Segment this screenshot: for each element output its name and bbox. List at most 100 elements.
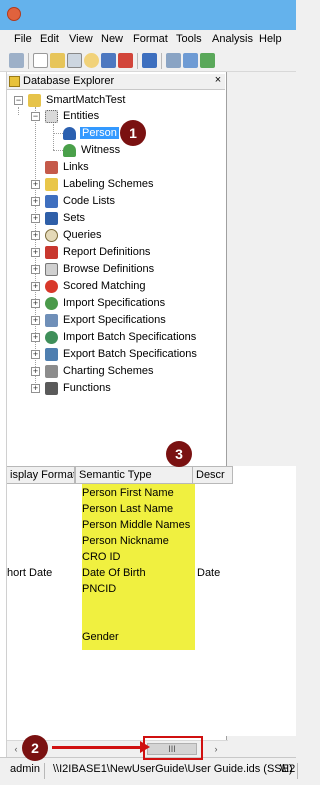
open-folder-icon[interactable] xyxy=(50,53,65,68)
tree-expand[interactable]: + xyxy=(31,316,40,325)
connect-icon[interactable] xyxy=(9,53,24,68)
functions-icon xyxy=(45,381,58,395)
menu-view[interactable]: View xyxy=(69,33,93,45)
report-definitions-icon xyxy=(45,245,58,259)
tree-item-import-specifications[interactable]: Import Specifications xyxy=(45,295,166,311)
labeling-schemes-icon xyxy=(45,177,58,191)
tree-expand[interactable]: + xyxy=(31,350,40,359)
tree-item-label: Labeling Schemes xyxy=(63,178,154,190)
chart-icon[interactable] xyxy=(200,53,215,68)
menu-file[interactable]: File xyxy=(14,33,32,45)
tree-line xyxy=(53,133,63,134)
callout-3: 3 xyxy=(166,441,192,467)
person-icon xyxy=(63,126,76,140)
export-specifications-icon xyxy=(45,313,58,327)
tree-expand[interactable]: + xyxy=(31,214,40,223)
menu-help[interactable]: Help xyxy=(259,33,282,45)
find-icon[interactable] xyxy=(67,53,82,68)
tree-expand[interactable]: + xyxy=(31,282,40,291)
tree-item-sets[interactable]: Sets xyxy=(45,210,86,226)
menu-new[interactable]: New xyxy=(101,33,123,45)
close-icon[interactable]: × xyxy=(212,74,224,88)
database-icon[interactable] xyxy=(142,53,157,68)
tree-item-label: Charting Schemes xyxy=(63,365,154,377)
database-explorer-icon xyxy=(9,76,20,87)
tree-item-labeling-schemes[interactable]: Labeling Schemes xyxy=(45,176,155,192)
tree-item-report-definitions[interactable]: Report Definitions xyxy=(45,244,151,260)
tree-expand[interactable]: + xyxy=(31,197,40,206)
annotation-highlight-box xyxy=(143,736,203,760)
tree-item-export-specifications[interactable]: Export Specifications xyxy=(45,312,167,328)
tree-item-charting-schemes[interactable]: Charting Schemes xyxy=(45,363,155,379)
stop-icon[interactable] xyxy=(118,53,133,68)
tree-expand[interactable]: + xyxy=(31,248,40,257)
tree-expand[interactable]: + xyxy=(31,333,40,342)
callout-2: 2 xyxy=(22,735,48,761)
import-batch-specifications-icon xyxy=(45,330,58,344)
tree-item-label: Queries xyxy=(63,229,102,241)
tree-expand[interactable]: + xyxy=(31,231,40,240)
tree-item-links[interactable]: Links xyxy=(45,159,90,175)
tree-item-label: Import Specifications xyxy=(63,297,166,309)
semantic-type-value: Date Of Birth xyxy=(82,567,146,579)
tree-item-entities[interactable]: Entities xyxy=(45,108,100,124)
tree-expand[interactable]: + xyxy=(31,299,40,308)
menu-tools[interactable]: Tools xyxy=(176,33,202,45)
tree-item-label: Witness xyxy=(81,144,121,156)
charting-schemes-icon xyxy=(45,364,58,378)
tree-item-label: Browse Definitions xyxy=(63,263,155,275)
tree-collapse-entities[interactable]: − xyxy=(31,112,40,121)
queries-icon xyxy=(45,228,58,242)
status-database-path-2: \\I2 xyxy=(280,763,296,775)
status-user: admin xyxy=(10,763,45,779)
display-format-value: hort Date xyxy=(7,567,53,579)
app-icon[interactable] xyxy=(7,7,21,21)
tree-item-browse-definitions[interactable]: Browse Definitions xyxy=(45,261,155,277)
tree-item-code-lists[interactable]: Code Lists xyxy=(45,193,116,209)
tree-item-queries[interactable]: Queries xyxy=(45,227,103,243)
scroll-left-icon[interactable]: ‹ xyxy=(9,742,23,756)
tree-item-label: Import Batch Specifications xyxy=(63,331,197,343)
semantic-type-value: Person Nickname xyxy=(82,535,169,547)
menu-bar: File Edit View New Format Tools Analysis… xyxy=(0,30,296,50)
scored-matching-icon xyxy=(45,279,58,293)
left-strip xyxy=(0,72,7,785)
column-header-display-format[interactable]: isplay Format xyxy=(7,466,75,484)
tree-item-witness[interactable]: Witness xyxy=(63,142,121,158)
tree-item-import-batch-specifications[interactable]: Import Batch Specifications xyxy=(45,329,197,345)
help-icon[interactable] xyxy=(84,53,99,68)
tree-item-label: Functions xyxy=(63,382,111,394)
tree-expand[interactable]: + xyxy=(31,367,40,376)
tree-item-root[interactable]: SmartMatchTest xyxy=(28,92,126,108)
column-header-description[interactable]: Descr xyxy=(193,466,233,484)
tree-item-export-batch-specifications[interactable]: Export Batch Specifications xyxy=(45,346,198,362)
panel-header: Database Explorer × xyxy=(7,74,225,90)
tree-expand[interactable]: + xyxy=(31,180,40,189)
tree-item-functions[interactable]: Functions xyxy=(45,380,112,396)
scroll-right-icon[interactable]: › xyxy=(209,742,223,756)
tree-line xyxy=(18,107,19,115)
tree-item-scored-matching[interactable]: Scored Matching xyxy=(45,278,147,294)
tree-item-person[interactable]: Person xyxy=(63,125,119,141)
status-bar: admin \\I2IBASE1\NewUserGuide\User Guide… xyxy=(0,757,298,785)
tree-item-label: Links xyxy=(63,161,89,173)
tree-item-label: Export Batch Specifications xyxy=(63,348,197,360)
new-document-icon[interactable] xyxy=(33,53,48,68)
semantic-type-value: Person First Name xyxy=(82,487,174,499)
grid-icon[interactable] xyxy=(183,53,198,68)
code-lists-icon xyxy=(45,194,58,208)
semantic-type-value: Gender xyxy=(82,631,119,643)
toolbar xyxy=(0,50,296,72)
properties-icon[interactable] xyxy=(101,53,116,68)
tree-collapse-root[interactable]: − xyxy=(14,96,23,105)
column-header-semantic-type[interactable]: Semantic Type xyxy=(75,466,193,484)
menu-edit[interactable]: Edit xyxy=(40,33,59,45)
tree-expand[interactable]: + xyxy=(31,265,40,274)
semantic-type-value: Person Middle Names xyxy=(82,519,191,531)
callout-1: 1 xyxy=(120,120,146,146)
semantic-type-value: PNCID xyxy=(82,583,117,595)
tree-expand[interactable]: + xyxy=(31,384,40,393)
menu-analysis[interactable]: Analysis xyxy=(212,33,253,45)
scheme-icon[interactable] xyxy=(166,53,181,68)
menu-format[interactable]: Format xyxy=(133,33,168,45)
